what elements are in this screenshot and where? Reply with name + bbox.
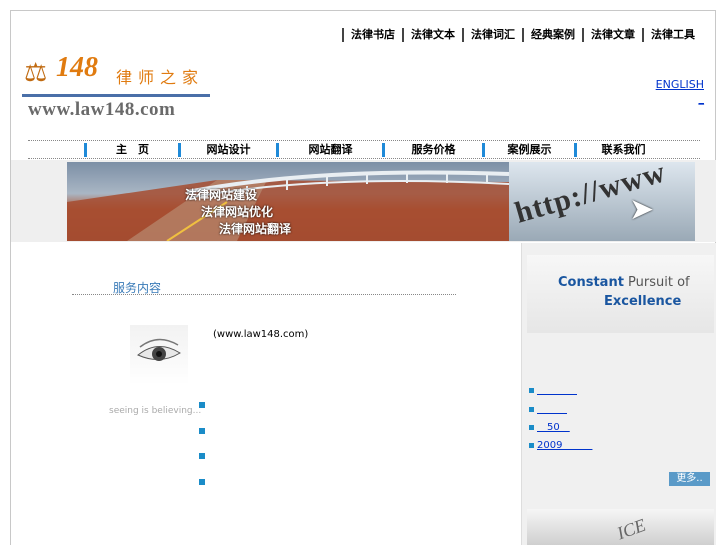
- document-text: ICE: [614, 514, 649, 544]
- nav-home[interactable]: 主 页: [84, 143, 178, 157]
- toplink-texts[interactable]: 法律文本: [402, 28, 462, 42]
- toplink-articles[interactable]: 法律文章: [582, 28, 642, 42]
- slogan-pursuit: Pursuit of: [623, 275, 690, 290]
- main-nav: 主 页 网站设计 网站翻译 服务价格 案例展示 联系我们: [84, 143, 704, 157]
- toplink-tools[interactable]: 法律工具: [642, 28, 702, 42]
- slogan-line-2: Excellence: [604, 294, 682, 309]
- nav-prices[interactable]: 服务价格: [382, 143, 482, 157]
- nav-cases[interactable]: 案例展示: [482, 143, 574, 157]
- bullet-icon: [199, 402, 205, 408]
- logo-url: www.law148.com: [28, 99, 176, 120]
- sidebar-link-4-text[interactable]: 2009: [537, 436, 592, 451]
- logo-number: 148: [56, 52, 98, 83]
- toplink-cases[interactable]: 经典案例: [522, 28, 582, 42]
- toplink-bookstore[interactable]: 法律书店: [342, 28, 402, 42]
- nav-bottom-divider: [28, 158, 700, 159]
- bullet-icon: [199, 479, 205, 485]
- sidebar-link-2[interactable]: [529, 400, 567, 415]
- sidebar-link-3-text[interactable]: 50: [537, 418, 570, 433]
- slogan-constant: Constant: [558, 275, 624, 290]
- sidebar-link-2-text[interactable]: [537, 400, 567, 415]
- bullet-icon: [529, 424, 534, 430]
- sidebar-link-4[interactable]: 2009: [529, 436, 592, 451]
- logo-divider: [22, 94, 210, 97]
- nav-web-translation[interactable]: 网站翻译: [276, 143, 382, 157]
- banner-http-image: http://www ➤: [509, 162, 695, 241]
- banner-bridge-image: 法律网站建设 法律网站优化 法律网站翻译: [67, 162, 509, 241]
- sidebar-link-3[interactable]: 50: [529, 418, 570, 433]
- sidebar-link-1[interactable]: [529, 381, 577, 396]
- bullet-icon: [199, 453, 205, 459]
- more-button[interactable]: 更多..: [669, 472, 710, 486]
- main-content: [11, 243, 519, 545]
- bullet-icon: [529, 442, 534, 448]
- cursor-icon: ➤: [629, 192, 655, 227]
- top-links: 法律书店 法律文本 法律词汇 经典案例 法律文章 法律工具: [342, 28, 702, 42]
- bullet-icon: [529, 406, 534, 412]
- scales-icon: ⚖: [24, 58, 48, 88]
- slogan-line-1: Constant Pursuit of: [558, 275, 690, 290]
- seeing-tagline: seeing is believing...: [109, 406, 202, 416]
- banner-line-2: 法律网站优化: [201, 205, 274, 219]
- banner-line-3: 法律网站翻译: [219, 222, 292, 236]
- document-image: ICE: [527, 509, 714, 545]
- nav-web-design[interactable]: 网站设计: [178, 143, 276, 157]
- banner-line-1: 法律网站建设: [185, 188, 258, 202]
- bullet-icon: [529, 387, 534, 393]
- eye-image: [130, 325, 188, 385]
- bullet-icon: [199, 428, 205, 434]
- english-underscore-link[interactable]: _: [699, 92, 705, 105]
- toplink-vocab[interactable]: 法律词汇: [462, 28, 522, 42]
- logo-name: 律师之家: [116, 68, 205, 87]
- english-link[interactable]: ENGLISH: [656, 78, 704, 91]
- eye-icon: [137, 338, 181, 361]
- sidebar-link-1-text[interactable]: [537, 381, 577, 396]
- nav-contact[interactable]: 联系我们: [574, 143, 670, 157]
- site-logo[interactable]: ⚖ 148 律师之家 www.law148.com: [22, 52, 212, 124]
- service-site-text: (www.law148.com): [213, 329, 309, 340]
- slogan-box: Constant Pursuit of Excellence: [527, 255, 714, 333]
- nav-top-divider: [28, 140, 700, 141]
- service-divider: [72, 294, 456, 295]
